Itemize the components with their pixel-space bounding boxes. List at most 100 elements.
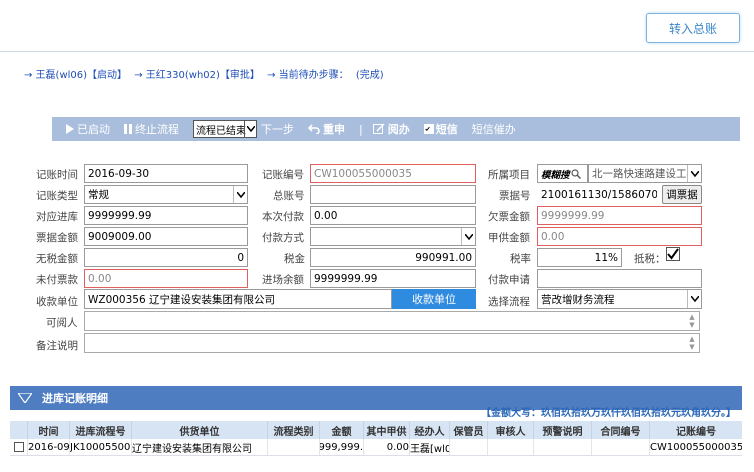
- scrollbar[interactable]: ▲ ▼: [687, 335, 697, 351]
- label-choose-flow: 选择流程: [488, 296, 530, 308]
- doc-no-field[interactable]: CW100055000035: [310, 164, 476, 183]
- fetch-ticket-button[interactable]: 调票据: [662, 185, 702, 204]
- top-bar: 转入总账: [0, 0, 754, 52]
- scrollbar[interactable]: ▲ ▼: [687, 313, 697, 329]
- col-supplier: 供货单位: [132, 421, 268, 439]
- cell-keeper: [450, 439, 488, 455]
- chevron-down-icon: [687, 165, 701, 182]
- started-button[interactable]: 已启动: [66, 121, 110, 137]
- col-flow-no: 进库流程号: [70, 421, 132, 439]
- label-no-tax: 无税金额: [36, 253, 78, 265]
- entry-amount-field[interactable]: 9999999.99: [84, 206, 248, 225]
- deduct-tax-checkbox[interactable]: [666, 247, 680, 261]
- flow-status-select[interactable]: 流程已结束: [193, 120, 257, 138]
- sms-remind-button[interactable]: 短信催办: [472, 121, 516, 137]
- label-tax-rate: 税率: [510, 253, 531, 265]
- label-ticket-amt: 票据金额: [36, 232, 78, 244]
- cell-supplier: 辽宁建设安装集团有限公司: [132, 439, 268, 455]
- no-tax-amount-field[interactable]: 0: [84, 248, 248, 267]
- type-select[interactable]: 常规: [84, 185, 248, 204]
- cell-doc-no: CW100055000035: [650, 441, 742, 453]
- readers-input[interactable]: ▲ ▼: [84, 311, 700, 331]
- label-balance: 进场余额: [262, 274, 304, 286]
- label-pay-now: 本次付款: [262, 211, 304, 223]
- cell-party-a: 0.00: [364, 439, 410, 455]
- cell-handler: 王磊[wl06]: [410, 439, 450, 455]
- balance-field[interactable]: 9999999.99: [310, 269, 476, 288]
- amount-in-words: 【金额大写：玖佰玖拾玖万玖仟玖佰玖拾玖元玖角玖分。】: [481, 408, 736, 419]
- label-type: 记账类型: [36, 190, 78, 202]
- chevron-down-icon: [461, 228, 475, 245]
- collapse-triangle-icon: [18, 393, 32, 403]
- flow-step-current: → 当前待办步骤：: [267, 70, 349, 81]
- label-project: 所属项目: [488, 169, 530, 181]
- select-payee-button[interactable]: 收款单位: [392, 289, 476, 309]
- unpaid-amount-field[interactable]: 0.00: [84, 269, 248, 288]
- project-select[interactable]: 北一路快速路建设工程: [588, 164, 702, 183]
- search-icon: [570, 168, 581, 179]
- col-doc-no: 记账编号: [676, 426, 716, 438]
- cell-contract-no: [592, 439, 650, 455]
- pay-request-field[interactable]: [537, 269, 702, 288]
- tax-rate-field[interactable]: 11%: [537, 248, 622, 267]
- pay-now-field[interactable]: 0.00: [310, 206, 476, 225]
- sms-toggle[interactable]: 短信: [423, 121, 458, 137]
- undo-icon: [308, 124, 320, 134]
- label-tax: 税金: [284, 253, 305, 265]
- payee-field[interactable]: WZ000356 辽宁建设安装集团有限公司: [84, 289, 392, 309]
- label-pay-method: 付款方式: [262, 232, 304, 244]
- table-row[interactable]: 2016-09-30 JK100055000 辽宁建设安装集团有限公司 9,99…: [10, 439, 742, 456]
- label-ticket-no: 票据号: [499, 190, 531, 202]
- date-field[interactable]: 2016-09-30: [84, 164, 248, 183]
- flow-step-start: → 王磊(wl06)【启动】: [24, 70, 128, 81]
- label-deduct-tax: 抵税：: [634, 253, 666, 265]
- cell-time: 2016-09-30: [28, 439, 70, 455]
- label-readers: 可阅人: [46, 317, 78, 329]
- label-pay-request: 付款申请: [488, 274, 530, 286]
- col-handler: 经办人: [410, 421, 450, 439]
- label-party-a: 甲供金额: [488, 232, 530, 244]
- col-warning: 预警说明: [534, 421, 592, 439]
- chevron-down-icon: [687, 290, 701, 308]
- col-select: [10, 421, 28, 439]
- flow-select[interactable]: 营改增财务流程: [537, 289, 702, 309]
- action-toolbar: 已启动 终止流程 流程已结束 下一步 重申 | 阅办 短信 短信催办: [52, 117, 740, 141]
- cell-reviewer: [488, 439, 534, 455]
- next-step-button[interactable]: 下一步: [261, 121, 294, 137]
- project-search-input[interactable]: 模糊搜: [537, 164, 588, 183]
- cell-warning: [534, 439, 592, 455]
- pay-method-select[interactable]: [310, 227, 476, 246]
- tax-amount-field[interactable]: 990991.00: [310, 248, 476, 267]
- col-time: 时间: [28, 421, 70, 439]
- checkbox-checked-icon: [423, 124, 434, 134]
- cell-flow-no: JK100055000: [70, 439, 132, 455]
- cell-amount: 9,999,999.: [320, 439, 364, 455]
- edit-icon: [372, 123, 385, 134]
- label-owed: 欠票金额: [488, 211, 530, 223]
- col-flow-type: 流程类别: [268, 421, 320, 439]
- label-payee: 收款单位: [36, 296, 78, 308]
- terminate-flow-button[interactable]: 终止流程: [124, 121, 179, 137]
- owed-amount-field[interactable]: 9999999.99: [537, 206, 702, 225]
- remarks-input[interactable]: ▲ ▼: [84, 333, 700, 353]
- label-ledger-no: 总账号: [273, 190, 305, 202]
- flow-step-done: (完成): [355, 70, 384, 81]
- ticket-no-field[interactable]: 2100161130/1586070: [537, 185, 658, 204]
- ticket-amount-field[interactable]: 9009009.00: [84, 227, 248, 246]
- read-handle-button[interactable]: 阅办: [372, 121, 410, 137]
- col-amount: 金额: [320, 421, 364, 439]
- col-reviewer: 审核人: [488, 421, 534, 439]
- pause-icon: [124, 124, 132, 134]
- chevron-down-icon: [244, 121, 256, 137]
- reapply-button[interactable]: 重申: [308, 121, 345, 137]
- flow-step-approve: → 王红330(wh02)【审批】: [134, 70, 260, 81]
- party-a-amount-field[interactable]: 0.00: [537, 227, 702, 246]
- checkbox-icon: [13, 442, 24, 452]
- transfer-to-ledger-button[interactable]: 转入总账: [646, 13, 740, 43]
- workflow-trail: → 王磊(wl06)【启动】 → 王红330(wh02)【审批】 → 当前待办步…: [24, 66, 388, 81]
- ledger-no-field[interactable]: [310, 185, 476, 204]
- label-doc-no: 记账编号: [262, 169, 304, 181]
- toolbar-divider: |: [359, 122, 363, 136]
- row-select-checkbox[interactable]: [10, 439, 28, 455]
- col-contract-no: 合同编号: [592, 421, 650, 439]
